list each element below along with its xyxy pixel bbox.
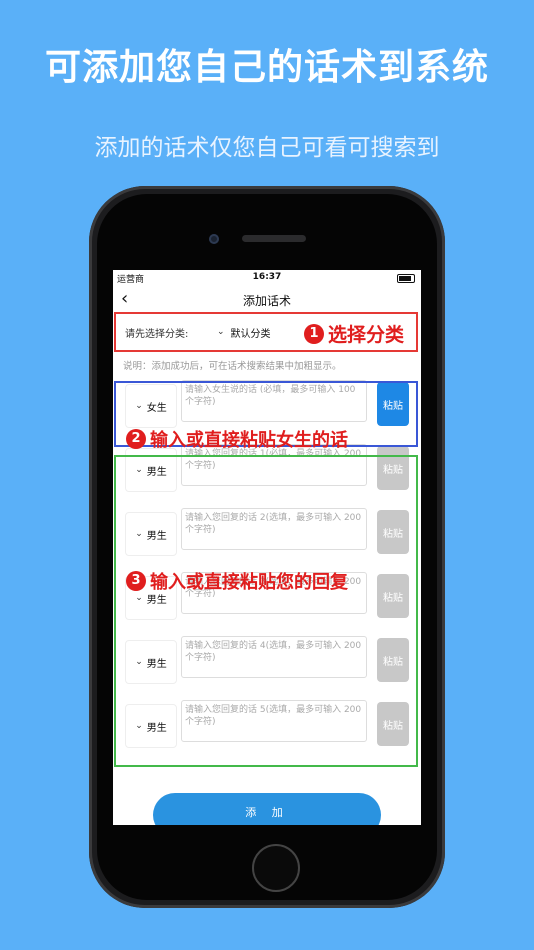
- add-button[interactable]: 添 加: [153, 793, 381, 825]
- navigation-bar: ‹ 添加话术: [113, 286, 421, 312]
- front-camera-icon: [209, 234, 219, 244]
- status-time: 16:37: [252, 272, 282, 282]
- annotation-text: 输入或直接粘贴女生的话: [150, 430, 348, 451]
- status-bar: 运营商 16:37: [113, 270, 421, 286]
- battery-icon: [397, 274, 415, 283]
- instruction-note: 说明：添加成功后，可在话术搜索结果中加粗显示。: [123, 361, 342, 372]
- annotation-step-3: 3 输入或直接粘贴您的回复: [126, 568, 348, 594]
- promo-subline: 添加的话术仅您自己可看可搜索到: [94, 135, 440, 161]
- annotation-text: 输入或直接粘贴您的回复: [150, 572, 348, 593]
- step-number-badge: 2: [126, 429, 146, 449]
- annotation-text: 选择分类: [328, 324, 405, 346]
- promo-headline: 可添加您自己的话术到系统: [44, 47, 489, 88]
- annotation-step-2: 2 输入或直接粘贴女生的话: [126, 426, 348, 452]
- annotation-step-1: 1 选择分类: [304, 320, 404, 347]
- earpiece-speaker: [242, 235, 306, 242]
- step-number-badge: 3: [126, 571, 146, 591]
- step-number-badge: 1: [304, 323, 324, 344]
- home-button[interactable]: [252, 844, 300, 892]
- page-title: 添加话术: [242, 294, 291, 308]
- annotation-box-replies: [114, 455, 418, 767]
